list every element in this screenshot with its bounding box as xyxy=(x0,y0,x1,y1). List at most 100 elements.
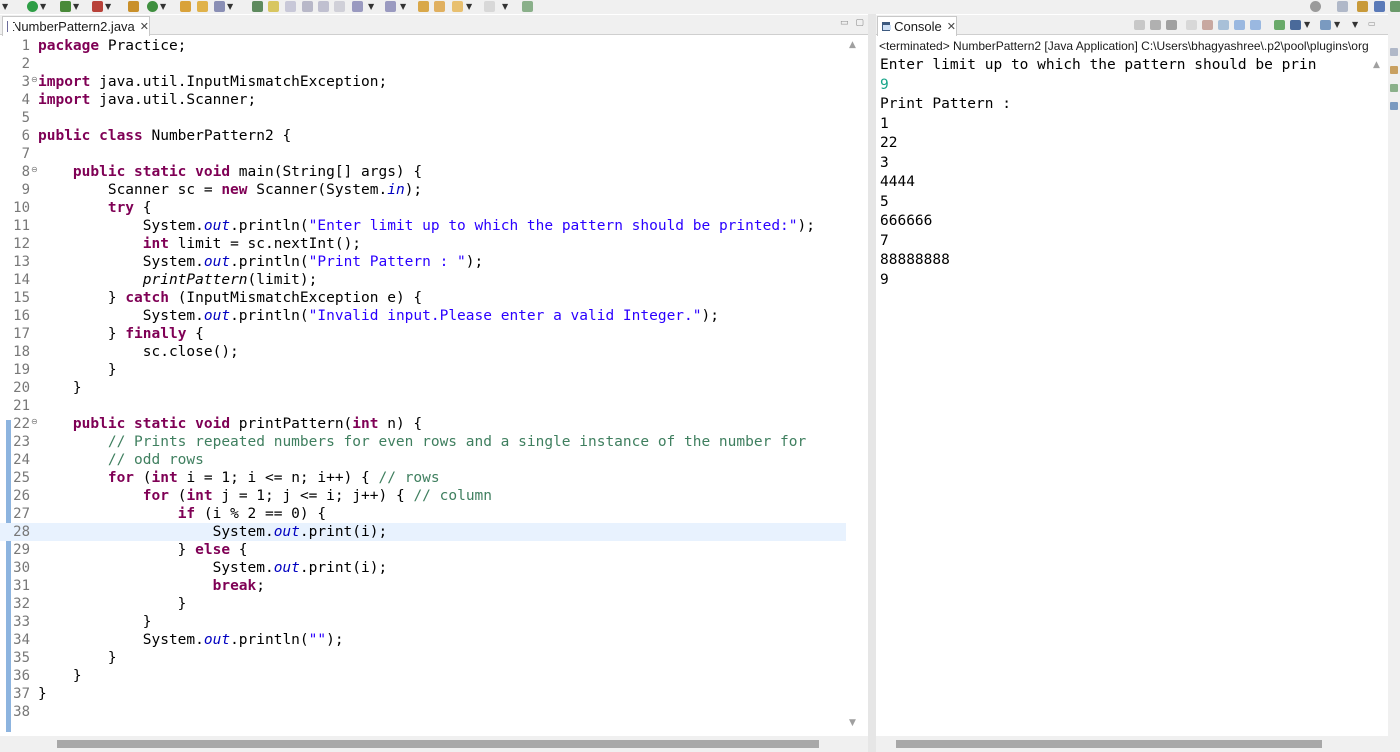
scroll-up-icon[interactable]: ▲ xyxy=(849,40,856,50)
display-console-chevron-icon[interactable]: ▼ xyxy=(1304,20,1310,30)
code-line[interactable]: 5 xyxy=(0,109,846,127)
code-line[interactable]: 6 public class NumberPattern2 { xyxy=(0,127,846,145)
code-line[interactable]: 21 xyxy=(0,397,846,415)
close-icon[interactable]: ✕ xyxy=(947,20,956,33)
run-icon[interactable] xyxy=(27,1,38,12)
code-line[interactable]: 28 System.out.print(i); xyxy=(0,523,846,541)
code-line[interactable]: 13 System.out.println("Print Pattern : "… xyxy=(0,253,846,271)
remove-launch-icon[interactable] xyxy=(1150,20,1161,30)
code-line[interactable]: 7 xyxy=(0,145,846,163)
back-arrow-icon[interactable] xyxy=(452,1,463,12)
chevron-down-icon[interactable]: ▼ xyxy=(2,2,8,12)
coverage-menu-chevron-icon[interactable]: ▼ xyxy=(105,2,111,12)
code-line[interactable]: 24 // odd rows xyxy=(0,451,846,469)
code-line[interactable]: 23 // Prints repeated numbers for even r… xyxy=(0,433,846,451)
java-perspective-icon[interactable] xyxy=(1374,1,1385,12)
display-console-icon[interactable] xyxy=(1290,20,1301,30)
code-line[interactable]: 4 import java.util.Scanner; xyxy=(0,91,846,109)
next-annotation-icon[interactable] xyxy=(352,1,363,12)
code-line[interactable]: 18 sc.close(); xyxy=(0,343,846,361)
code-line[interactable]: 35 } xyxy=(0,649,846,667)
code-line[interactable]: 34 System.out.println(""); xyxy=(0,631,846,649)
next-annotation-chevron-icon[interactable]: ▼ xyxy=(368,2,374,12)
editor-horizontal-scroll-thumb[interactable] xyxy=(57,740,819,748)
tab-numberpattern2-java[interactable]: NumberPattern2.java ✕ xyxy=(2,16,150,36)
java-ee-perspective-icon[interactable] xyxy=(1357,1,1368,12)
fold-toggle-icon[interactable]: ⊖ xyxy=(31,74,38,86)
minimize-icon[interactable]: ▭ xyxy=(1368,19,1376,29)
open-type-icon[interactable] xyxy=(180,1,191,12)
console-horizontal-scrollbar[interactable] xyxy=(876,736,1388,752)
code-line[interactable]: 30 System.out.print(i); xyxy=(0,559,846,577)
coverage-icon[interactable] xyxy=(92,1,103,12)
scroll-up-icon[interactable]: ▲ xyxy=(1373,60,1380,70)
show-on-output-icon[interactable] xyxy=(1234,20,1245,30)
open-console-icon[interactable] xyxy=(1320,20,1331,30)
new-menu-chevron-icon[interactable]: ▼ xyxy=(160,2,166,12)
code-line[interactable]: 9 Scanner sc = new Scanner(System.in); xyxy=(0,181,846,199)
code-line[interactable]: 22 ⊖ public static void printPattern(int … xyxy=(0,415,846,433)
code-line[interactable]: 8 ⊖ public static void main(String[] args… xyxy=(0,163,846,181)
run-menu-chevron-icon[interactable]: ▼ xyxy=(40,2,46,12)
minimize-maximize-icon[interactable]: ▭ ▢ xyxy=(840,18,866,28)
tab-console[interactable]: Console ✕ xyxy=(877,16,957,36)
new-java-project-icon[interactable] xyxy=(128,1,139,12)
code-line[interactable]: 37} xyxy=(0,685,846,703)
code-line[interactable]: 32 } xyxy=(0,595,846,613)
remove-all-launches-icon[interactable] xyxy=(1166,20,1177,30)
show-whitespace-icon[interactable] xyxy=(285,1,296,12)
fold-toggle-icon[interactable]: ⊖ xyxy=(31,416,38,428)
view-menu-icon[interactable]: ▼ xyxy=(1352,20,1358,30)
pin-console-icon[interactable] xyxy=(1274,20,1285,30)
code-line[interactable]: 20 } xyxy=(0,379,846,397)
code-editor[interactable]: 1 package Practice; 2 3 ⊖ import java.util.In… xyxy=(0,36,846,732)
forward-arrow-icon[interactable] xyxy=(484,1,495,12)
panel-divider[interactable] xyxy=(868,14,876,752)
code-line[interactable]: 38 xyxy=(0,703,846,721)
paragraph-icon[interactable] xyxy=(334,1,345,12)
toggle-mark-icon[interactable] xyxy=(268,1,279,12)
new-class-icon[interactable] xyxy=(147,1,158,12)
terminate-icon[interactable] xyxy=(1134,20,1145,30)
code-line[interactable]: 15 } catch (InputMismatchException e) { xyxy=(0,289,846,307)
task-list-icon[interactable] xyxy=(1390,84,1398,92)
task-icon[interactable] xyxy=(214,1,225,12)
external-window-icon[interactable] xyxy=(522,1,533,12)
search-icon[interactable] xyxy=(1310,1,1321,12)
prev-annotation-icon[interactable] xyxy=(385,1,396,12)
code-line[interactable]: 14 printPattern(limit); xyxy=(0,271,846,289)
outline-view-icon[interactable] xyxy=(1390,66,1398,74)
restore-icon[interactable] xyxy=(1390,48,1398,56)
open-folder-icon[interactable] xyxy=(197,1,208,12)
debug-icon[interactable] xyxy=(60,1,71,12)
editor-horizontal-scrollbar[interactable] xyxy=(0,736,868,752)
code-line[interactable]: 11 System.out.println("Enter limit up to… xyxy=(0,217,846,235)
console-horizontal-scroll-thumb[interactable] xyxy=(896,740,1322,748)
code-line[interactable]: 17 } finally { xyxy=(0,325,846,343)
fold-toggle-icon[interactable]: ⊖ xyxy=(31,164,38,176)
close-icon[interactable]: ✕ xyxy=(140,20,149,33)
code-line[interactable]: 3 ⊖ import java.util.InputMismatchExceptio… xyxy=(0,73,846,91)
block-select-icon[interactable] xyxy=(302,1,313,12)
scroll-lock-icon[interactable] xyxy=(1202,20,1213,30)
code-line[interactable]: 29 } else { xyxy=(0,541,846,559)
prev-annotation-chevron-icon[interactable]: ▼ xyxy=(400,2,406,12)
task-menu-chevron-icon[interactable]: ▼ xyxy=(227,2,233,12)
code-line[interactable]: 19 } xyxy=(0,361,846,379)
code-line[interactable]: 1 package Practice; xyxy=(0,37,846,55)
console-vertical-scrollbar[interactable]: ▲ xyxy=(1370,56,1386,736)
open-perspective-icon[interactable] xyxy=(1337,1,1348,12)
scroll-down-icon[interactable]: ▼ xyxy=(849,718,856,728)
debug-menu-chevron-icon[interactable]: ▼ xyxy=(73,2,79,12)
debug-perspective-icon[interactable] xyxy=(1390,1,1400,12)
pin-editor-icon[interactable] xyxy=(252,1,263,12)
code-line[interactable]: 12 int limit = sc.nextInt(); xyxy=(0,235,846,253)
open-console-chevron-icon[interactable]: ▼ xyxy=(1334,20,1340,30)
back-icon[interactable] xyxy=(434,1,445,12)
hierarchy-view-icon[interactable] xyxy=(1390,102,1398,110)
code-line[interactable]: 36 } xyxy=(0,667,846,685)
code-line[interactable]: 10 try { xyxy=(0,199,846,217)
word-wrap-icon[interactable] xyxy=(1218,20,1229,30)
code-line[interactable]: 27 if (i % 2 == 0) { xyxy=(0,505,846,523)
editor-vertical-scrollbar[interactable]: ▲ ▼ xyxy=(846,36,863,736)
